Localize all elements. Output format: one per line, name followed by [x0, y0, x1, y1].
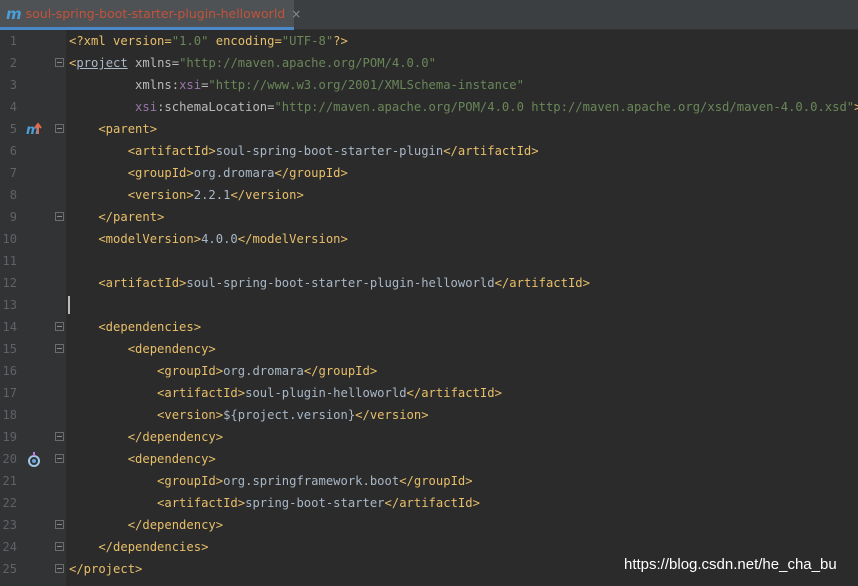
code-text: <modelVersion>4.0.0</modelVersion>: [69, 232, 348, 246]
fold-end-icon[interactable]: [55, 520, 64, 529]
fold-minus-icon[interactable]: [55, 58, 64, 67]
code-line: 19 </dependency>: [0, 426, 858, 448]
line-number: 21: [2, 474, 17, 488]
line-number: 5: [9, 122, 17, 136]
line-number: 15: [2, 342, 17, 356]
code-line: 9 </parent>: [0, 206, 858, 228]
spring-dependency-icon[interactable]: [26, 451, 42, 467]
line-number: 1: [9, 34, 17, 48]
code-line: 14 <dependencies>: [0, 316, 858, 338]
code-line: 2 <project xmlns="http://maven.apache.or…: [0, 52, 858, 74]
code-text: <dependency>: [69, 342, 216, 356]
code-line: 16 <groupId>org.dromara</groupId>: [0, 360, 858, 382]
code-text: <artifactId>soul-spring-boot-starter-plu…: [69, 276, 590, 290]
code-line: 11: [0, 250, 858, 272]
line-number: 10: [2, 232, 17, 246]
line-number: 6: [9, 144, 17, 158]
code-line: 23 </dependency>: [0, 514, 858, 536]
code-text: xmlns:xsi="http://www.w3.org/2001/XMLSch…: [69, 78, 524, 92]
line-number: 8: [9, 188, 17, 202]
line-number: 24: [2, 540, 17, 554]
code-text: <version>2.2.1</version>: [69, 188, 304, 202]
fold-end-icon[interactable]: [55, 432, 64, 441]
line-number: 4: [9, 100, 17, 114]
line-number: 9: [9, 210, 17, 224]
code-text: <artifactId>spring-boot-starter</artifac…: [69, 496, 480, 510]
fold-end-icon[interactable]: [55, 212, 64, 221]
code-text: <dependencies>: [69, 320, 202, 334]
code-text: <artifactId>soul-spring-boot-starter-plu…: [69, 144, 539, 158]
line-number: 12: [2, 276, 17, 290]
code-line: 8 <version>2.2.1</version>: [0, 184, 858, 206]
code-text: <dependency>: [69, 452, 216, 466]
maven-parent-icon[interactable]: m: [26, 121, 42, 137]
code-line: 5 m <parent>: [0, 118, 858, 140]
text-cursor: [68, 296, 70, 314]
code-line: 15 <dependency>: [0, 338, 858, 360]
code-text: <artifactId>soul-plugin-helloworld</arti…: [69, 386, 502, 400]
code-line: 20 <dependency>: [0, 448, 858, 470]
line-number: 16: [2, 364, 17, 378]
code-line: 18 <version>${project.version}</version>: [0, 404, 858, 426]
line-number: 17: [2, 386, 17, 400]
line-number: 2: [9, 56, 17, 70]
code-text: <groupId>org.springframework.boot</group…: [69, 474, 473, 488]
code-line: 3 xmlns:xsi="http://www.w3.org/2001/XMLS…: [0, 74, 858, 96]
tab-pom-file[interactable]: m soul-spring-boot-starter-plugin-hellow…: [0, 0, 301, 30]
code-line: 4 xsi:schemaLocation="http://maven.apach…: [0, 96, 858, 118]
fold-minus-icon[interactable]: [55, 454, 64, 463]
code-line: 10 <modelVersion>4.0.0</modelVersion>: [0, 228, 858, 250]
code-line: 1 <?xml version="1.0" encoding="UTF-8"?>: [0, 30, 858, 52]
code-text: <groupId>org.dromara</groupId>: [69, 166, 348, 180]
code-text: </dependencies>: [69, 540, 209, 554]
code-editor[interactable]: 1 <?xml version="1.0" encoding="UTF-8"?>…: [0, 30, 858, 586]
code-text: <version>${project.version}</version>: [69, 408, 429, 422]
line-number: 14: [2, 320, 17, 334]
line-number: 11: [2, 254, 17, 268]
code-text: <project xmlns="http://maven.apache.org/…: [69, 56, 436, 70]
code-line: 12 <artifactId>soul-spring-boot-starter-…: [0, 272, 858, 294]
fold-end-icon[interactable]: [55, 542, 64, 551]
line-number: 20: [2, 452, 17, 466]
line-number: 7: [9, 166, 17, 180]
line-number: 19: [2, 430, 17, 444]
line-number: 23: [2, 518, 17, 532]
code-text: <?xml version="1.0" encoding="UTF-8"?>: [69, 34, 348, 48]
editor-tab-bar: m soul-spring-boot-starter-plugin-hellow…: [0, 0, 858, 30]
fold-minus-icon[interactable]: [55, 344, 64, 353]
code-text: </dependency>: [69, 518, 224, 532]
line-number: 3: [9, 78, 17, 92]
code-line: 21 <groupId>org.springframework.boot</gr…: [0, 470, 858, 492]
fold-minus-icon[interactable]: [55, 322, 64, 331]
code-text: </dependency>: [69, 430, 224, 444]
code-line: 24 </dependencies>: [0, 536, 858, 558]
code-text: </parent>: [69, 210, 165, 224]
line-number: 25: [2, 562, 17, 576]
line-number: 13: [2, 298, 17, 312]
code-line: 7 <groupId>org.dromara</groupId>: [0, 162, 858, 184]
watermark-text: https://blog.csdn.net/he_cha_bu: [624, 556, 837, 573]
tab-title: soul-spring-boot-starter-plugin-hellowor…: [25, 6, 286, 21]
code-line: 22 <artifactId>spring-boot-starter</arti…: [0, 492, 858, 514]
code-text: <parent>: [69, 122, 158, 136]
code-text: xsi:schemaLocation="http://maven.apache.…: [135, 100, 858, 114]
code-line: 17 <artifactId>soul-plugin-helloworld</a…: [0, 382, 858, 404]
code-line: 6 <artifactId>soul-spring-boot-starter-p…: [0, 140, 858, 162]
close-icon[interactable]: ×: [291, 7, 301, 21]
fold-minus-icon[interactable]: [55, 124, 64, 133]
code-text: <groupId>org.dromara</groupId>: [69, 364, 378, 378]
maven-m-icon: m: [6, 4, 22, 23]
code-line: 13: [0, 294, 858, 316]
code-text: </project>: [69, 562, 143, 576]
line-number: 18: [2, 408, 17, 422]
line-number: 22: [2, 496, 17, 510]
fold-end-icon[interactable]: [55, 564, 64, 573]
